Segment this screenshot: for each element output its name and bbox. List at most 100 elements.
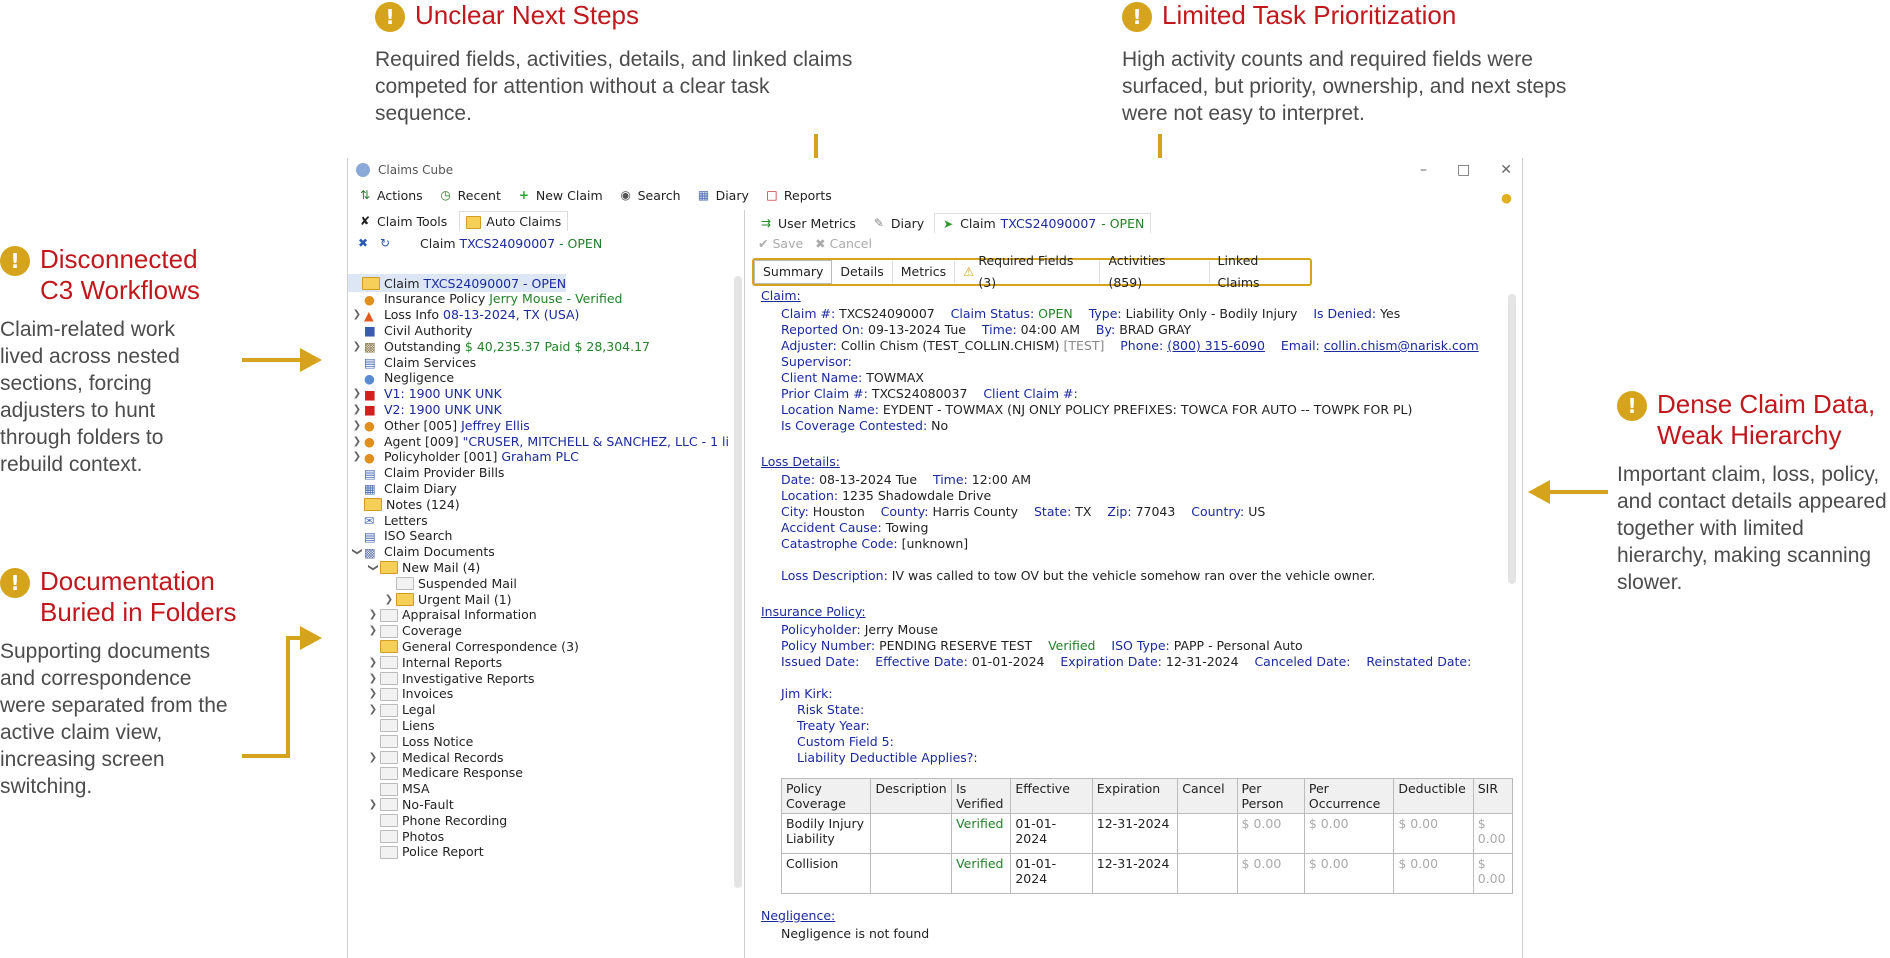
folder-icon [364,498,382,512]
left-tabs: ✘ Claim Tools Auto Claims [348,210,744,232]
recent-button[interactable]: ◷ Recent [439,188,500,203]
save-button[interactable]: ✔ Save [758,236,803,251]
loss-section-header[interactable]: Loss Details: [761,454,840,469]
expand-chevron-icon[interactable]: ❮ [352,545,363,559]
money-icon: ▩ [364,339,376,355]
tab-user-metrics[interactable]: ⇉ User Metrics [753,214,862,233]
refresh-icon[interactable]: ↻ [378,236,392,250]
left-claim-header: ✖ ↻ Claim TXCS24090007 - OPEN [356,235,603,251]
expand-chevron-icon[interactable]: ❮ [368,560,379,574]
content-scrollbar[interactable] [1508,294,1516,584]
expand-chevron-icon[interactable]: ❯ [366,752,380,763]
expand-chevron-icon[interactable]: ❯ [366,625,380,636]
expand-chevron-icon[interactable]: ❯ [366,704,380,715]
claim-line-1: Claim #: TXCS24090007 Claim Status: OPEN… [781,306,1401,321]
expand-chevron-icon[interactable]: ❯ [350,388,364,399]
expand-chevron-icon[interactable]: ❯ [366,609,380,620]
expand-chevron-icon[interactable]: ❯ [350,404,364,415]
expand-chevron-icon[interactable]: ❯ [366,688,380,699]
calendar-icon: ▦ [697,188,710,202]
risk-state-label: Risk State: [797,702,865,717]
people-icon: ● [364,370,375,386]
vehicle-icon: ■ [364,402,376,418]
minimize-icon[interactable]: – [1420,162,1427,178]
column-header: Cancel [1177,778,1238,814]
person-icon: ● [364,418,375,434]
tab-diary[interactable]: ✎ Diary [866,214,930,233]
folder-icon [380,687,398,701]
column-header: Description [870,778,953,814]
policy-section-header[interactable]: Insurance Policy: [761,604,866,619]
window-title: Claims Cube [378,163,454,177]
loss-cat-line: Catastrophe Code: [unknown] [781,536,969,551]
metrics-icon: ⇉ [760,216,772,230]
policy-coverage-table: Policy Coverage Description Is Verified … [780,778,1514,894]
pdf-icon: □ [766,188,778,202]
new-claim-button[interactable]: + New Claim [517,188,603,203]
close-x-icon[interactable]: ✖ [356,236,370,250]
annotation-title: Unclear Next Steps [415,0,639,30]
expand-chevron-icon[interactable]: ❯ [366,799,380,810]
column-header: Effective [1010,778,1093,814]
document-tabs: ⇉ User Metrics ✎ Diary ➤ Claim TXCS24090007… [753,212,1522,234]
folder-icon [380,735,398,749]
phone-link[interactable]: (800) 315-6090 [1167,338,1265,353]
search-button[interactable]: ◉ Search [619,188,680,203]
annotation-title: Limited Task Prioritization [1162,0,1457,30]
expand-chevron-icon[interactable]: ❯ [350,309,364,320]
document-icon: ▤ [364,528,376,544]
person-icon: ● [364,291,375,307]
annotation-description: High activity counts and required fields… [1122,48,1567,125]
expand-chevron-icon[interactable]: ❯ [350,436,364,447]
subtab-metrics[interactable]: Metrics [893,261,956,283]
annotation-unclear-next-steps: ! Unclear Next Steps Required fields, act… [375,0,875,127]
tree-scrollbar[interactable] [734,276,742,888]
prior-claim-line: Prior Claim #: TXCS24080037 Client Claim… [781,386,1078,401]
contested-line: Is Coverage Contested: No [781,418,949,433]
claim-tree: Claim TXCS24090007 - OPEN ● Insurance Poli… [348,274,730,958]
table-row[interactable]: Collision Verified 01-01-2024 12-31-2024 $ 0… [780,853,1514,894]
annotation-title: Disconnected C3 Workflows [40,244,200,305]
cancel-button[interactable]: ✖ Cancel [815,236,872,251]
loss-location-line: Location: 1235 Shadowdale Drive [781,488,992,503]
email-link[interactable]: collin.chism@narisk.com [1324,338,1479,353]
main-toolbar: ⇅ Actions ◷ Recent + New Claim ◉ Search ▦ Dia… [348,182,1522,208]
negligence-section-header[interactable]: Negligence: [761,908,835,923]
expand-chevron-icon[interactable]: ❯ [382,594,396,605]
subtab-linked-claims[interactable]: Linked Claims [1210,253,1310,290]
tab-auto-claims[interactable]: Auto Claims [459,211,569,231]
x-icon: ✖ [815,236,826,251]
table-row[interactable]: Bodily Injury Liability Verified 01-01-202… [780,813,1514,854]
subtab-activities[interactable]: Activities (859) [1100,253,1210,290]
expand-chevron-icon[interactable]: ❯ [366,657,380,668]
column-header: Deductible [1393,778,1474,814]
expand-chevron-icon[interactable]: ❯ [350,341,364,352]
close-icon[interactable]: ✕ [1500,162,1512,178]
expand-chevron-icon[interactable]: ❯ [350,451,364,462]
claim-line-2: Reported On: 09-13-2024 Tue Time: 04:00 … [781,322,1192,337]
tree-item[interactable]: Police Report [366,843,484,861]
expand-chevron-icon[interactable]: ❯ [366,673,380,684]
claim-subtabs: Summary Details Metrics ⚠ Required Fields… [752,253,1312,290]
maximize-icon[interactable]: □ [1457,162,1470,178]
folder-icon [380,766,398,780]
recent-icon: ◷ [440,188,451,202]
diary-button[interactable]: ▦ Diary [697,188,749,203]
expand-chevron-icon[interactable]: ❯ [350,420,364,431]
actions-button[interactable]: ⇅ Actions [358,188,423,203]
annotation-documentation-buried: ! Documentation Buried in Folders Supporti… [0,566,260,800]
tab-claim[interactable]: ➤ Claim TXCS24090007 - OPEN [934,213,1152,233]
title-bar: Claims Cube [348,158,1522,182]
subtab-required-fields[interactable]: ⚠ Required Fields (3) [955,253,1101,290]
loss-cause-line: Accident Cause: Towing [781,520,929,535]
chat-icon[interactable]: ● [1501,190,1512,205]
subtab-summary[interactable]: Summary [754,260,833,284]
check-icon: ✔ [758,236,769,251]
negligence-text: Negligence is not found [781,926,930,941]
subtab-details[interactable]: Details [832,261,893,283]
tab-claim-tools[interactable]: ✘ Claim Tools [352,212,453,231]
actions-icon: ⇅ [359,188,371,202]
annotation-title: Documentation Buried in Folders [40,566,237,627]
claim-section-header[interactable]: Claim: [761,288,801,303]
reports-button[interactable]: □ Reports [765,188,832,203]
